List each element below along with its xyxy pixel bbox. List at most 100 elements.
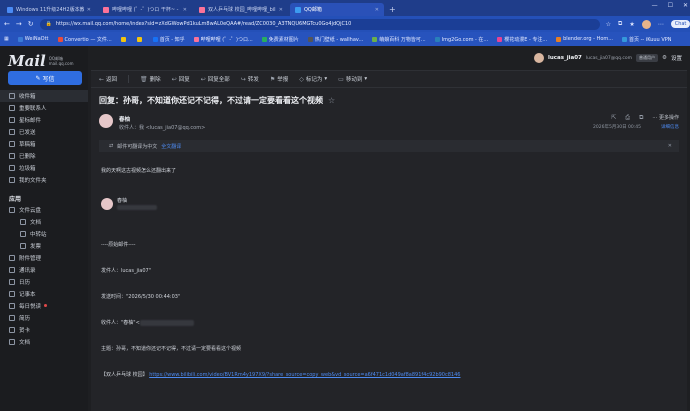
sidebar-app-item[interactable]: 记事本 [0, 288, 88, 300]
bookmark-favicon-icon [307, 36, 313, 42]
pen-icon: ✎ [35, 74, 41, 82]
reply-icon: ↩ [171, 75, 177, 83]
tab-close-icon[interactable]: ✕ [183, 7, 187, 13]
folder-icon: ▭ [338, 75, 344, 83]
forward-icon[interactable]: → [16, 20, 22, 28]
bookmark-item[interactable] [136, 36, 144, 42]
chat-button[interactable]: Chat [670, 20, 690, 28]
back-icon[interactable]: ← [4, 20, 10, 28]
tab-close-icon[interactable]: ✕ [375, 7, 379, 13]
sidebar-item[interactable]: 收件箱 [0, 90, 88, 102]
sidebar-app-item[interactable]: 每日悦读 [0, 300, 88, 312]
sidebar-item[interactable]: 已删除 [0, 150, 88, 162]
tab-close-icon[interactable]: ✕ [87, 7, 91, 13]
settings-link[interactable]: 设置 [671, 54, 682, 62]
browser-tab-active[interactable]: QQ邮箱 ✕ [290, 3, 384, 16]
bookmark-item[interactable]: 首页 -- iKuuu VPN [622, 36, 672, 43]
profile-avatar[interactable] [641, 19, 651, 29]
folder-icon [9, 141, 15, 147]
more-actions-button[interactable]: ⋯ 更多操作 [652, 114, 679, 122]
star-icon[interactable]: ☆ [328, 96, 335, 105]
sidebar-item[interactable]: 重要联系人 [0, 102, 88, 114]
folder-icon [9, 129, 15, 135]
bookmark-star-icon[interactable]: ☆ [606, 21, 611, 28]
browser-tab[interactable]: Windows 11升级24H2版本教程 ✕ [2, 3, 96, 16]
original-from: 发件人：lucas_jia07" [101, 268, 151, 274]
user-info[interactable]: lucas_jia07 lucas_jia07@qq.com 普通用户 ⚙ 设置 [533, 53, 682, 63]
sidebar-app-item[interactable]: 文件云盘 [0, 204, 88, 216]
sidebar-app-item[interactable]: 简历 [0, 312, 88, 324]
folder-icon [9, 117, 15, 123]
browser-tab[interactable]: 双人乒乓球 校园_哔哩哔哩_bilibili ✕ [194, 3, 288, 16]
extensions-icon[interactable]: ⧉ [618, 20, 622, 28]
close-icon[interactable]: ✕ [668, 143, 672, 149]
qq-mail-logo[interactable]: Mail QQ邮箱 mail.qq.com [8, 52, 73, 70]
report-button[interactable]: ⚑ 举报 [270, 75, 288, 84]
translate-link[interactable]: 全文翻译 [161, 143, 181, 150]
open-window-icon[interactable]: ⧉ [639, 114, 643, 122]
chevron-down-icon: ▾ [364, 76, 368, 82]
bookmark-item[interactable] [120, 36, 128, 42]
print-icon[interactable]: ⎙ [625, 114, 630, 122]
gear-icon[interactable]: ⚙ [662, 55, 667, 61]
bookmark-item[interactable]: 免费素材图片 [261, 36, 299, 43]
reply-button[interactable]: ↩ 回复 [171, 75, 190, 84]
bookmark-item[interactable]: 萌娘百科 万物皆可... [372, 36, 426, 43]
share-icon[interactable]: ⇱ [611, 114, 616, 122]
tab-close-icon[interactable]: ✕ [279, 7, 283, 13]
sidebar-app-item[interactable]: 通讯录 [0, 264, 88, 276]
redacted-email [117, 205, 157, 210]
reload-icon[interactable]: ↻ [28, 20, 34, 28]
bookmark-item[interactable]: 热门壁纸 - wallhav... [307, 36, 363, 43]
sidebar-app-item[interactable]: 日历 [0, 276, 88, 288]
favorites-icon[interactable]: ★ [629, 21, 634, 28]
mark-as-button[interactable]: ◇ 标记为 ▾ [299, 75, 327, 84]
user-name: lucas_jia07 [547, 55, 582, 61]
sidebar-app-item[interactable]: 文档 [0, 216, 88, 228]
compose-button[interactable]: ✎ 写信 [8, 71, 82, 85]
sender-avatar[interactable] [99, 114, 113, 128]
sidebar-item[interactable]: 草稿箱 [0, 138, 88, 150]
browser-tab[interactable]: 哔哩哔哩 (゜-゜)つロ 干杯~ - bilibili ✕ [98, 3, 192, 16]
url-input[interactable]: 🔒 https://wx.mail.qq.com/home/index?sid=… [39, 18, 600, 30]
reply-all-button[interactable]: ↩ 回复全部 [201, 75, 230, 84]
bookmark-item[interactable]: Img2Go.com - 在... [434, 36, 488, 43]
back-button[interactable]: ← 返回 [99, 75, 117, 84]
sidebar-item[interactable]: 已发送 [0, 126, 88, 138]
sidebar-item[interactable]: 星标邮件 [0, 114, 88, 126]
bookmark-item[interactable]: 首页 - 知乎 [152, 36, 185, 43]
move-to-button[interactable]: ▭ 移动到 ▾ [338, 75, 368, 84]
sidebar-app-item[interactable]: 文档 [0, 336, 88, 348]
sidebar-app-item[interactable]: 发票 [0, 240, 88, 252]
delete-button[interactable]: 🗑 删除 [140, 75, 161, 84]
new-tab-icon[interactable]: + [389, 5, 396, 14]
original-link-line: 【双人乒乓球 校园】 https://www.bilibili.com/vide… [101, 371, 460, 378]
sidebar-app-item[interactable]: 中转站 [0, 228, 88, 240]
video-link[interactable]: https://www.bilibili.com/video/BV1Rm4y19… [149, 372, 460, 378]
quote-name: 春柚 [117, 198, 128, 204]
bookmark-item[interactable]: 哔哩哔哩 (゜-゜)つロ... [193, 36, 253, 43]
bookmark-item[interactable]: Convertio — 文件... [57, 36, 112, 43]
sender-name[interactable]: 春柚 [119, 115, 130, 123]
maximize-icon[interactable]: ☐ [668, 2, 673, 9]
detail-link[interactable]: 详细信息 [661, 124, 679, 130]
apps-grid-icon[interactable]: ▦ [4, 36, 9, 42]
sidebar-app-item[interactable]: 贺卡 [0, 324, 88, 336]
menu-dots-icon[interactable]: ⋯ [658, 21, 664, 28]
mail-app: Mail QQ邮箱 mail.qq.com ✎ 写信 收件箱 重要联系人 星标邮件已… [0, 46, 690, 411]
original-header: ----原始邮件---- [101, 242, 136, 248]
bookmark-item[interactable]: WeiNaOtt [17, 36, 49, 42]
app-icon [9, 303, 15, 309]
sidebar-item[interactable]: 我的文件夹 [0, 174, 88, 186]
sidebar-item[interactable]: 垃圾箱 [0, 162, 88, 174]
bookmark-item[interactable]: blender.org - Hom... [556, 36, 613, 42]
close-window-icon[interactable]: ✕ [683, 2, 688, 9]
bookmark-favicon-icon [622, 36, 628, 42]
minimize-icon[interactable]: — [652, 2, 658, 9]
sidebar-app-item[interactable]: 附件管理 [0, 252, 88, 264]
bookmark-item[interactable]: 樱花动漫E - 专注... [497, 36, 547, 43]
app-icon [9, 315, 15, 321]
user-avatar[interactable] [533, 53, 544, 63]
folder-icon [9, 165, 15, 171]
forward-button[interactable]: ↪ 转发 [241, 75, 259, 84]
